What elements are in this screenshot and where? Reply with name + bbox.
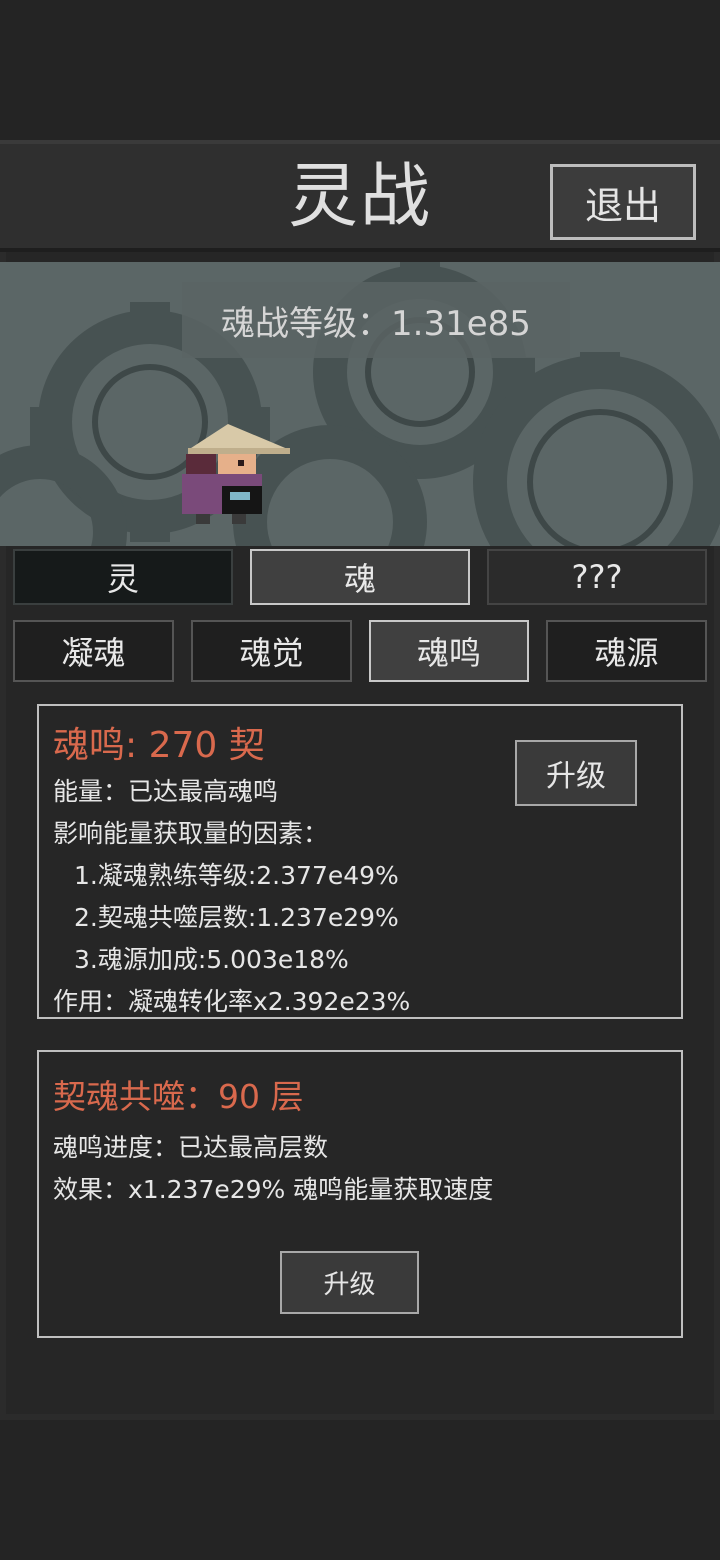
tab-spirit[interactable]: 灵 xyxy=(13,549,233,605)
subtab-soul-condense[interactable]: 凝魂 xyxy=(13,620,174,682)
subtab-soul-resonance[interactable]: 魂鸣 xyxy=(369,620,529,682)
soul-battle-level: 魂战等级：1.31e85 xyxy=(182,282,570,358)
devour-progress: 魂鸣进度：已达最高层数 xyxy=(53,1133,329,1162)
resonance-card: 魂鸣: 270 契 升级 能量：已达最高魂鸣 影响能量获取量的因素： 1.凝魂熟… xyxy=(37,704,683,1019)
devour-title: 契魂共噬：90 层 xyxy=(53,1077,304,1116)
factor-item: 2.契魂共噬层数:1.237e29% xyxy=(74,903,399,932)
resonance-title: 魂鸣: 270 契 xyxy=(53,725,265,766)
factors-title: 影响能量获取量的因素： xyxy=(53,819,329,848)
soul-devour-card: 契魂共噬：90 层 魂鸣进度：已达最高层数 效果：x1.237e29% 魂鸣能量… xyxy=(37,1050,683,1338)
devour-effect: 效果：x1.237e29% 魂鸣能量获取速度 xyxy=(53,1175,494,1204)
factor-item: 1.凝魂熟练等级:2.377e49% xyxy=(74,861,399,890)
exit-button[interactable]: 退出 xyxy=(550,164,696,240)
subtab-soul-awaken[interactable]: 魂觉 xyxy=(191,620,352,682)
resonance-upgrade-button[interactable]: 升级 xyxy=(515,740,637,806)
resonance-effect: 作用：凝魂转化率x2.392e23% xyxy=(53,987,411,1016)
subtab-soul-source[interactable]: 魂源 xyxy=(546,620,707,682)
devour-upgrade-button[interactable]: 升级 xyxy=(280,1251,419,1314)
tab-soul[interactable]: 魂 xyxy=(250,549,470,605)
player-character-sprite xyxy=(182,424,290,524)
resonance-energy: 能量：已达最高魂鸣 xyxy=(53,777,279,806)
tab-locked[interactable]: ??? xyxy=(487,549,707,605)
factor-item: 3.魂源加成:5.003e18% xyxy=(74,945,349,974)
